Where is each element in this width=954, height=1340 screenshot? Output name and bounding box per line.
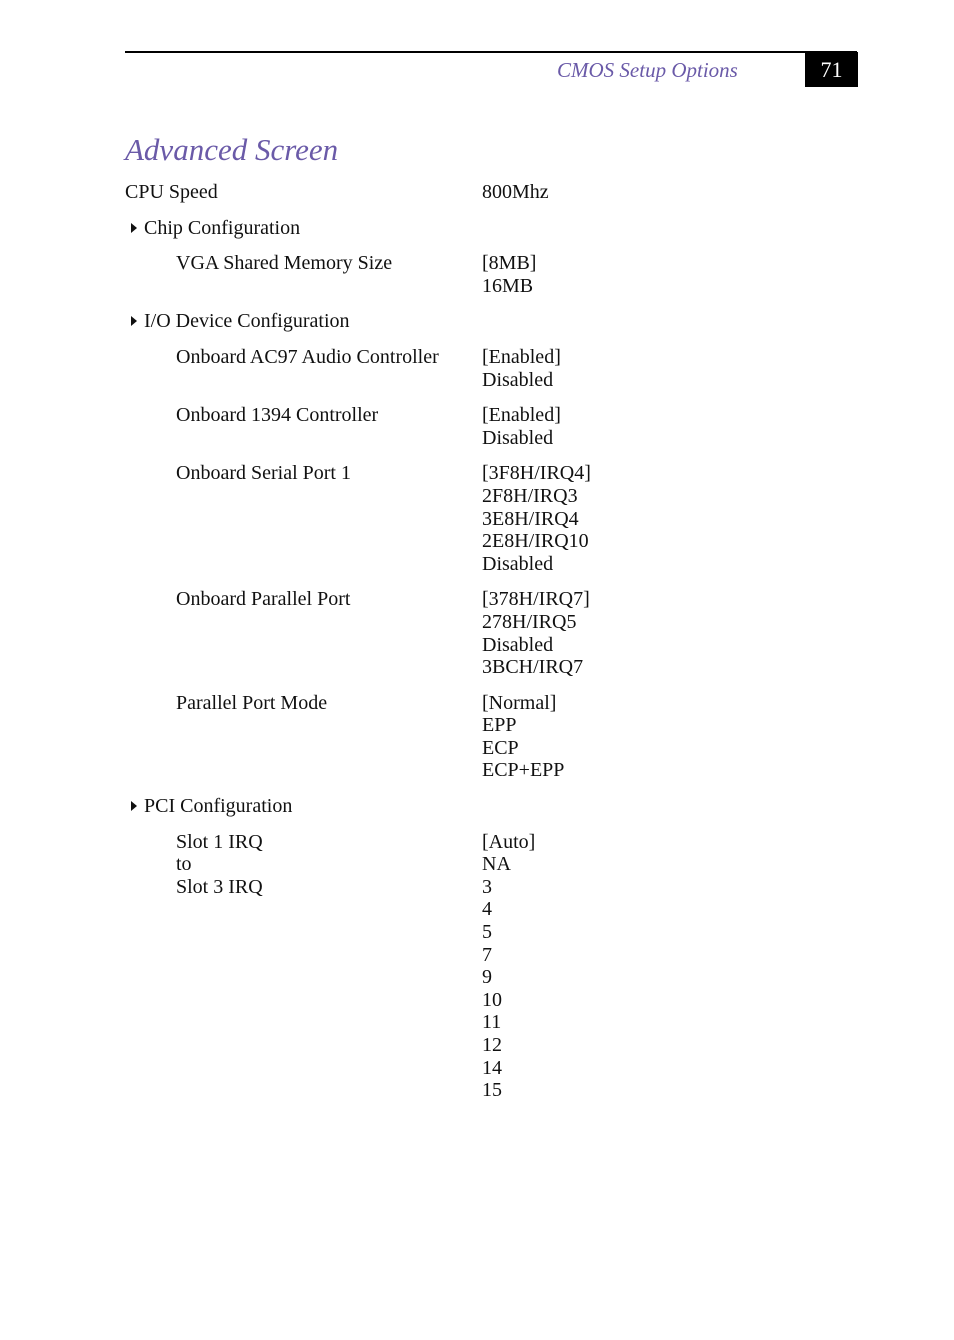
setting-options: [378H/IRQ7] 278H/IRQ5 Disabled 3BCH/IRQ7 [482,588,825,678]
cpu-speed-row: CPU Speed 800Mhz [125,181,825,204]
cpu-speed-value: 800Mhz [482,181,549,203]
option: 278H/IRQ5 [482,610,577,633]
setting-label-line: Slot 3 IRQ [176,875,263,898]
default-option: [378H/IRQ7] [482,588,590,611]
triangle-right-icon [131,222,137,233]
section-heading-text: Chip Configuration [144,216,301,239]
section-heading: Chip Configuration [125,217,825,240]
section-heading-text: I/O Device Configuration [144,310,350,333]
setting-label-line: Onboard Parallel Port [176,588,351,611]
setting-label: Slot 1 IRQ to Slot 3 IRQ [125,831,482,1102]
option: 3E8H/IRQ4 [482,507,579,530]
page-number: 71 [805,52,858,87]
settings-list: CPU Speed 800Mhz Chip Configuration VGA S… [125,181,825,1102]
setting-options: [8MB] 16MB [482,252,825,297]
page-title: Advanced Screen [125,132,339,167]
setting-label: Onboard AC97 Audio Controller [125,346,482,391]
option: 2F8H/IRQ3 [482,484,578,507]
setting-label-line: Onboard AC97 Audio Controller [176,345,439,368]
setting-label-line: VGA Shared Memory Size [176,252,393,275]
running-title: CMOS Setup Options [557,58,738,82]
option: 10 [482,988,502,1011]
setting-label: Onboard Parallel Port [125,588,482,678]
setting-options: [3F8H/IRQ4] 2F8H/IRQ3 3E8H/IRQ4 2E8H/IRQ10 D… [482,462,825,575]
setting-label-line: Onboard Serial Port 1 [176,462,351,485]
default-option: [Enabled] [482,345,561,368]
setting-options: [Normal] EPP ECP ECP+EPP [482,692,825,782]
option: Disabled [482,633,554,656]
setting-row: Parallel Port Mode [Normal] EPP ECP ECP+EPP [125,692,825,782]
default-option: [Enabled] [482,404,561,427]
triangle-right-icon [131,316,137,327]
option: 14 [482,1056,502,1079]
section-heading-text: PCI Configuration [144,795,293,818]
option: ECP+EPP [482,759,565,782]
default-option: [Normal] [482,691,557,714]
setting-label: Parallel Port Mode [125,692,482,782]
option: NA [482,853,511,876]
setting-label-line: to [176,853,192,876]
default-option: [8MB] [482,252,537,275]
setting-label: VGA Shared Memory Size [125,252,482,297]
setting-options: [Auto] NA 3 4 5 7 9 10 11 12 14 15 [482,831,825,1102]
section-heading: I/O Device Configuration [125,310,825,333]
option: 15 [482,1079,502,1102]
option: Disabled [482,368,554,391]
option: 11 [482,1011,502,1034]
default-option: [Auto] [482,830,536,853]
default-option: [3F8H/IRQ4] [482,462,591,485]
option: 9 [482,966,492,989]
option: 16MB [482,274,534,297]
setting-row: Onboard AC97 Audio Controller [Enabled] Di… [125,346,825,391]
option: 7 [482,943,492,966]
setting-label-line: Parallel Port Mode [176,691,328,714]
option: 2E8H/IRQ10 [482,530,589,553]
option: 3 [482,875,492,898]
header-rule [125,51,857,53]
setting-row: Onboard Parallel Port [378H/IRQ7] 278H/IRQ… [125,588,825,678]
setting-label: Onboard 1394 Controller [125,404,482,449]
option: ECP [482,736,519,759]
option: Disabled [482,552,554,575]
option: 3BCH/IRQ7 [482,656,584,679]
option: EPP [482,714,517,737]
option: Disabled [482,426,554,449]
cpu-speed-label: CPU Speed [125,181,218,203]
section-heading: PCI Configuration [125,795,825,818]
setting-row: Slot 1 IRQ to Slot 3 IRQ [Auto] NA 3 4 5 7 9 10 11 1… [125,831,825,1102]
sections: Chip Configuration VGA Shared Memory Size… [125,217,825,1102]
setting-row: VGA Shared Memory Size [8MB] 16MB [125,252,825,297]
setting-row: Onboard Serial Port 1 [3F8H/IRQ4] 2F8H/IRQ… [125,462,825,575]
triangle-right-icon [131,801,137,812]
setting-label-line: Onboard 1394 Controller [176,404,379,427]
setting-label-line: Slot 1 IRQ [176,830,263,853]
option: 5 [482,921,492,944]
setting-row: Onboard 1394 Controller [Enabled] Disabled [125,404,825,449]
setting-options: [Enabled] Disabled [482,404,825,449]
setting-options: [Enabled] Disabled [482,346,825,391]
option: 4 [482,898,492,921]
option: 12 [482,1034,502,1056]
setting-label: Onboard Serial Port 1 [125,462,482,575]
